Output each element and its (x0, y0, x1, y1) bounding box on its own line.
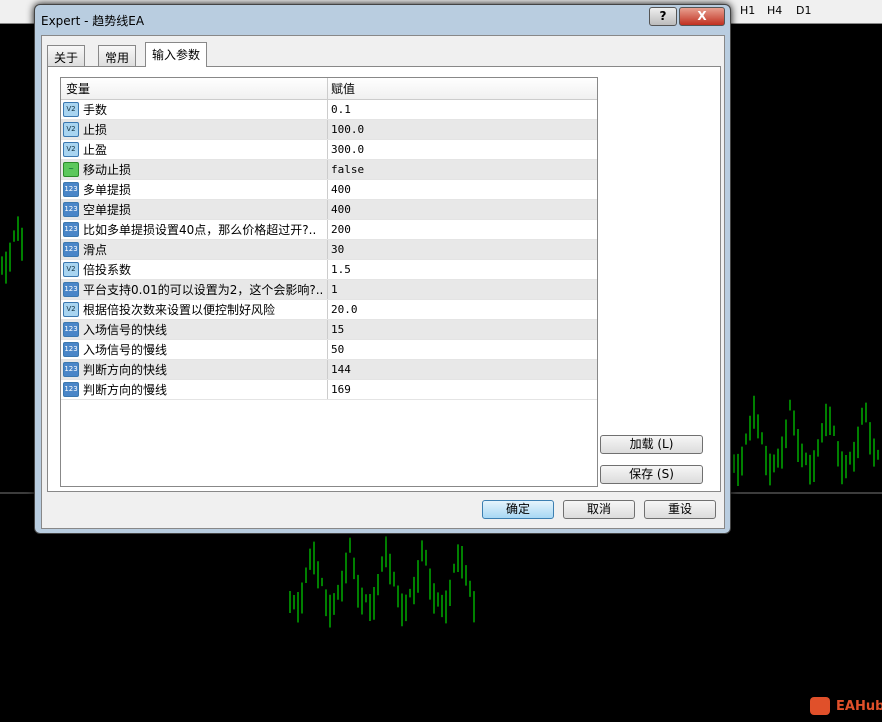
table-row[interactable]: V2 倍投系数 1.5 (61, 260, 597, 280)
param-label: 多单提损 (83, 183, 132, 197)
param-value[interactable]: 400 (328, 180, 597, 199)
param-name: 123 入场信号的快线 (61, 320, 328, 339)
param-label: 判断方向的慢线 (83, 383, 168, 397)
table-row[interactable]: V2 手数 0.1 (61, 100, 597, 120)
timeframe-h4[interactable]: H4 (767, 4, 782, 17)
param-name: ~ 移动止损 (61, 160, 328, 179)
param-name: 123 入场信号的慢线 (61, 340, 328, 359)
param-value[interactable]: 1 (328, 280, 597, 299)
table-row[interactable]: 123 滑点 30 (61, 240, 597, 260)
param-value[interactable]: 144 (328, 360, 597, 379)
timeframe-d1[interactable]: D1 (796, 4, 811, 17)
int-type-icon: 123 (63, 382, 79, 397)
param-name: V2 根据倍投次数来设置以便控制好风险 (61, 300, 328, 319)
param-value[interactable]: 50 (328, 340, 597, 359)
reset-button[interactable]: 重设 (644, 500, 716, 519)
param-label: 入场信号的慢线 (83, 343, 168, 357)
param-value[interactable]: 20.0 (328, 300, 597, 319)
param-value[interactable]: 30 (328, 240, 597, 259)
header-value[interactable]: 赋值 (328, 78, 597, 99)
double-type-icon: V2 (63, 262, 79, 277)
param-value[interactable]: false (328, 160, 597, 179)
param-name: 123 多单提损 (61, 180, 328, 199)
double-type-icon: V2 (63, 142, 79, 157)
param-name: 123 比如多单提损设置40点，那么价格超过开?.. (61, 220, 328, 239)
table-row[interactable]: 123 判断方向的慢线 169 (61, 380, 597, 400)
param-value[interactable]: 400 (328, 200, 597, 219)
param-name: 123 滑点 (61, 240, 328, 259)
param-name: V2 止盈 (61, 140, 328, 159)
table-row[interactable]: 123 平台支持0.01的可以设置为2，这个会影响?.. 1 (61, 280, 597, 300)
double-type-icon: V2 (63, 102, 79, 117)
expert-dialog: Expert - 趋势线EA ? X 关于 常用 输入参数 变量 赋值 V2 手数… (34, 4, 731, 534)
param-label: 移动止损 (83, 163, 132, 177)
double-type-icon: V2 (63, 122, 79, 137)
param-name: V2 手数 (61, 100, 328, 119)
close-button[interactable]: X (679, 7, 725, 26)
table-header: 变量 赋值 (61, 78, 597, 100)
param-label: 平台支持0.01的可以设置为2，这个会影响?.. (83, 283, 324, 297)
param-value[interactable]: 100.0 (328, 120, 597, 139)
param-label: 滑点 (83, 243, 108, 257)
load-button[interactable]: 加载 (L) (600, 435, 703, 454)
table-row[interactable]: V2 止盈 300.0 (61, 140, 597, 160)
dialog-title: Expert - 趋势线EA (41, 14, 145, 28)
param-value[interactable]: 15 (328, 320, 597, 339)
param-label: 空单提损 (83, 203, 132, 217)
param-label: 入场信号的快线 (83, 323, 168, 337)
header-variable[interactable]: 变量 (61, 78, 328, 99)
table-row[interactable]: 123 入场信号的慢线 50 (61, 340, 597, 360)
tab-common[interactable]: 常用 (98, 45, 137, 66)
int-type-icon: 123 (63, 362, 79, 377)
double-type-icon: V2 (63, 302, 79, 317)
eahub-logo-icon (810, 697, 830, 715)
param-value[interactable]: 1.5 (328, 260, 597, 279)
table-row[interactable]: ~ 移动止损 false (61, 160, 597, 180)
timeframe-h1[interactable]: H1 (740, 4, 755, 17)
bool-type-icon: ~ (63, 162, 79, 177)
int-type-icon: 123 (63, 222, 79, 237)
save-button[interactable]: 保存 (S) (600, 465, 703, 484)
param-label: 止盈 (83, 143, 108, 157)
table-row[interactable]: 123 空单提损 400 (61, 200, 597, 220)
param-label: 止损 (83, 123, 108, 137)
param-label: 判断方向的快线 (83, 363, 168, 377)
tab-about[interactable]: 关于 (47, 45, 86, 66)
tab-inputs[interactable]: 输入参数 (145, 42, 208, 67)
int-type-icon: 123 (63, 182, 79, 197)
table-row[interactable]: 123 入场信号的快线 15 (61, 320, 597, 340)
table-row[interactable]: 123 判断方向的快线 144 (61, 360, 597, 380)
param-label: 根据倍投次数来设置以便控制好风险 (83, 303, 276, 317)
ok-button[interactable]: 确定 (482, 500, 554, 519)
param-label: 比如多单提损设置40点，那么价格超过开?.. (83, 223, 317, 237)
int-type-icon: 123 (63, 322, 79, 337)
inputs-panel: 变量 赋值 V2 手数 0.1 V2 止损 100.0 V2 止盈 300.0 ~ 移动止损 fals… (47, 66, 721, 492)
cancel-button[interactable]: 取消 (563, 500, 635, 519)
eahub-watermark: EAHub (810, 697, 882, 715)
table-row[interactable]: 123 比如多单提损设置40点，那么价格超过开?.. 200 (61, 220, 597, 240)
param-value[interactable]: 300.0 (328, 140, 597, 159)
param-value[interactable]: 169 (328, 380, 597, 399)
parameters-table: 变量 赋值 V2 手数 0.1 V2 止损 100.0 V2 止盈 300.0 ~ 移动止损 fals… (60, 77, 598, 487)
help-button[interactable]: ? (649, 7, 677, 26)
param-value[interactable]: 0.1 (328, 100, 597, 119)
int-type-icon: 123 (63, 342, 79, 357)
param-name: V2 止损 (61, 120, 328, 139)
int-type-icon: 123 (63, 242, 79, 257)
param-name: 123 空单提损 (61, 200, 328, 219)
param-name: 123 平台支持0.01的可以设置为2，这个会影响?.. (61, 280, 328, 299)
int-type-icon: 123 (63, 282, 79, 297)
param-label: 手数 (83, 103, 108, 117)
param-name: 123 判断方向的快线 (61, 360, 328, 379)
dialog-client: 关于 常用 输入参数 变量 赋值 V2 手数 0.1 V2 止损 100.0 V2 止盈 300… (41, 35, 725, 529)
table-row[interactable]: V2 止损 100.0 (61, 120, 597, 140)
param-value[interactable]: 200 (328, 220, 597, 239)
param-label: 倍投系数 (83, 263, 132, 277)
table-row[interactable]: 123 多单提损 400 (61, 180, 597, 200)
int-type-icon: 123 (63, 202, 79, 217)
param-name: V2 倍投系数 (61, 260, 328, 279)
watermark-text: EAHub (836, 698, 882, 714)
param-name: 123 判断方向的慢线 (61, 380, 328, 399)
table-row[interactable]: V2 根据倍投次数来设置以便控制好风险 20.0 (61, 300, 597, 320)
